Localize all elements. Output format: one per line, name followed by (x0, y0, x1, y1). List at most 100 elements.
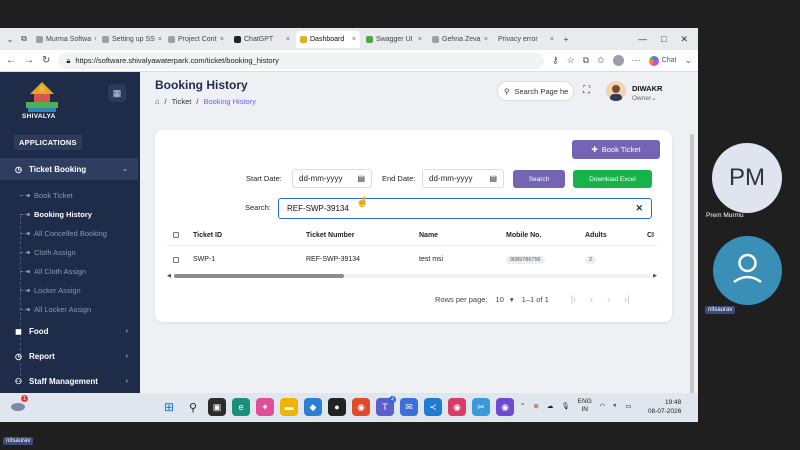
sidebar-item-ticket-booking[interactable]: ◷ Ticket Booking ⌄ (0, 158, 138, 180)
url-field[interactable]: 🔒︎ https://software.shivalyawaterpark.co… (58, 52, 544, 69)
grid-menu-icon[interactable]: ▦ (108, 84, 126, 102)
col-name[interactable]: Name (419, 232, 506, 239)
tab-murma[interactable]: Murma Softwa× (32, 31, 96, 48)
download-excel-button[interactable]: Download Excel (573, 170, 652, 188)
tab-dashboard[interactable]: Dashboard × (296, 30, 360, 48)
user-name[interactable]: DIWAKR (632, 84, 662, 93)
tray-app-icon[interactable]: ⊗ (533, 402, 538, 410)
tab-chatgpt[interactable]: ChatGPT × (230, 31, 294, 48)
participant-pm-avatar[interactable]: PM (712, 143, 782, 213)
cloud-icon[interactable]: ☁ (547, 402, 554, 410)
select-all-checkbox[interactable] (173, 232, 179, 238)
chrome-dev-icon[interactable]: ◉ (496, 398, 514, 416)
avatar[interactable] (606, 81, 626, 101)
sidebar-sub-cloth-assign[interactable]: Cloth Assign (20, 243, 138, 261)
chrome-profile-icon[interactable]: ◉ (448, 398, 466, 416)
table-row[interactable]: SWP-1 REF-SWP-39134 test msi 9089786756 … (167, 245, 657, 273)
tab-close-icon[interactable]: × (418, 36, 422, 43)
tab-project[interactable]: Project Cont × (164, 31, 228, 48)
col-ticket-number[interactable]: Ticket Number (306, 232, 419, 239)
calendar-icon[interactable]: ▤ (489, 174, 497, 183)
profile-icon[interactable] (612, 55, 624, 66)
chat-button[interactable]: Chat (648, 55, 676, 66)
breadcrumb-ticket[interactable]: Ticket (172, 97, 192, 106)
last-page-icon[interactable]: ›| (624, 294, 629, 304)
end-date-field[interactable]: dd-mm-yyyy ▤ (422, 169, 504, 188)
sidebar-item-staff[interactable]: ⚇ Staff Management › (0, 370, 138, 392)
sidebar-sub-locker-assign[interactable]: Locker Assign (20, 281, 138, 299)
scroll-right-icon[interactable]: ▶ (653, 273, 657, 279)
github-icon[interactable]: ● (328, 398, 346, 416)
col-adults[interactable]: Adults (585, 232, 647, 239)
tab-close-icon[interactable]: × (484, 36, 488, 43)
mic-icon[interactable]: 🎙︎ (561, 402, 569, 410)
tab-privacy[interactable]: Privacy error × (494, 31, 558, 48)
tab-close-icon[interactable]: × (352, 36, 356, 43)
col-mobile[interactable]: Mobile No. (506, 232, 585, 239)
battery-icon[interactable]: ▭ (625, 402, 631, 410)
scroll-thumb[interactable] (173, 274, 344, 278)
close-window-icon[interactable]: ✕ (680, 34, 688, 45)
favorites-icon[interactable]: ✩ (597, 55, 605, 66)
row-checkbox[interactable] (173, 256, 179, 263)
search-icon[interactable]: ⚲ (184, 398, 202, 416)
sidebar-sub-all-locker-assign[interactable]: All Locker Assign (20, 300, 138, 318)
minimize-icon[interactable]: — (638, 34, 647, 45)
calendar-icon[interactable]: ▤ (357, 174, 365, 183)
prev-page-icon[interactable]: ‹ (590, 294, 593, 304)
search-button[interactable]: Search (513, 170, 565, 188)
col-ticket-id[interactable]: Ticket ID (193, 232, 306, 239)
book-ticket-button[interactable]: ✚ Book Ticket (572, 140, 660, 159)
tab-close-icon[interactable]: × (220, 36, 224, 43)
wifi-icon[interactable]: ◠ (600, 402, 606, 410)
horizontal-scrollbar[interactable]: ◀ ▶ (167, 273, 657, 279)
speaker-icon[interactable]: 🔈︎ (613, 402, 617, 410)
tab-swagger[interactable]: Swagger UI × (362, 31, 426, 48)
file-explorer-icon[interactable]: ▬ (280, 398, 298, 416)
snipping-icon[interactable]: ✂ (472, 398, 490, 416)
workspaces-icon[interactable]: ⧉ (18, 33, 30, 45)
tab-actions-icon[interactable]: ⌄ (4, 33, 16, 45)
clock[interactable]: 19:48 08-07-2026 (648, 398, 681, 416)
sidebar-item-food[interactable]: ◼ Food › (0, 320, 138, 342)
tab-close-icon[interactable]: × (286, 36, 290, 43)
teams-icon[interactable]: T4 (376, 396, 396, 416)
tab-close-icon[interactable]: × (550, 36, 554, 43)
vscode-icon[interactable]: ≺ (424, 398, 442, 416)
start-date-field[interactable]: dd-mm-yyyy ▤ (292, 169, 372, 188)
sidebar-sub-all-cloth-assign[interactable]: All Cloth Assign (20, 262, 138, 280)
new-tab-icon[interactable]: + (560, 33, 572, 45)
forward-icon[interactable]: → (24, 55, 34, 66)
lang-indicator[interactable]: ENG IN (578, 398, 592, 414)
tab-gehna[interactable]: Gehna Zeva × (428, 31, 492, 48)
task-view-icon[interactable]: ▣ (208, 398, 226, 416)
sidebar-item-report[interactable]: ◷ Report › (0, 345, 138, 367)
more-icon[interactable]: ⋯ (632, 55, 641, 66)
tab-close-icon[interactable]: × (158, 36, 162, 43)
tab-setting-up[interactable]: Setting up SS × (98, 31, 162, 48)
copilot-icon[interactable]: ✦ (256, 398, 274, 416)
reload-icon[interactable]: ↻ (42, 55, 50, 66)
first-page-icon[interactable]: |‹ (571, 294, 576, 304)
clear-icon[interactable]: ✕ (635, 203, 643, 214)
fullscreen-icon[interactable]: ⛶ (583, 85, 590, 96)
rows-per-page-select[interactable]: 10 ▾ (496, 295, 514, 304)
split-screen-icon[interactable]: ⧉ (583, 55, 589, 66)
weather-icon[interactable]: 1 (10, 395, 28, 412)
windows-start-icon[interactable]: ⊞ (160, 398, 178, 416)
tray-overflow-icon[interactable]: ⌃ (520, 402, 525, 410)
participant-user-avatar[interactable] (713, 236, 782, 305)
maximize-icon[interactable]: □ (661, 34, 666, 45)
chat-icon[interactable]: ✉ (400, 398, 418, 416)
sidebar-sub-booking-history[interactable]: Booking History (20, 205, 138, 223)
chevron-down-icon[interactable]: ⌄ (684, 55, 692, 66)
home-icon[interactable]: ⌂ (155, 97, 160, 106)
scroll-left-icon[interactable]: ◀ (167, 273, 171, 279)
vertical-scrollbar[interactable] (690, 134, 694, 414)
chrome-icon[interactable]: ◉ (352, 398, 370, 416)
back-icon[interactable]: ← (6, 55, 16, 66)
page-search-input[interactable]: ⚲ Search Page he (497, 81, 574, 101)
col-truncated[interactable]: Cl (647, 232, 657, 239)
favorite-star-icon[interactable]: ☆ (567, 55, 575, 66)
sidebar-sub-cancelled-booking[interactable]: All Concelled Booking (20, 224, 138, 242)
